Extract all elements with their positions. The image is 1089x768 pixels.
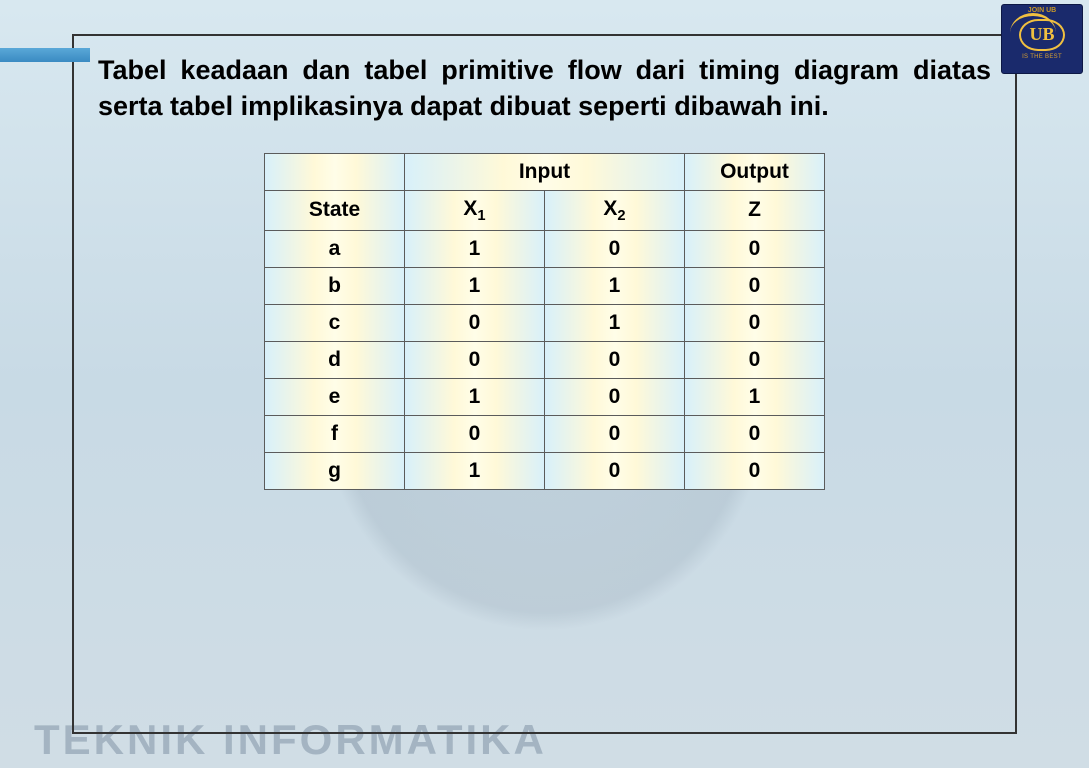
cell-z: 0 [685,231,825,268]
table-row: d 0 0 0 [265,342,825,379]
header-x2: X2 [545,190,685,230]
cell-state: c [265,305,405,342]
table-row: a 1 0 0 [265,231,825,268]
cell-z: 1 [685,379,825,416]
cell-x1: 1 [405,231,545,268]
header-z: Z [685,190,825,230]
table-row: c 0 1 0 [265,305,825,342]
cell-z: 0 [685,416,825,453]
cell-z: 0 [685,268,825,305]
header-blank [265,153,405,190]
table-row: f 0 0 0 [265,416,825,453]
cell-x1: 0 [405,342,545,379]
cell-x2: 0 [545,416,685,453]
cell-x1: 1 [405,453,545,490]
cell-state: a [265,231,405,268]
table-row: g 1 0 0 [265,453,825,490]
cell-state: e [265,379,405,416]
cell-x2: 0 [545,342,685,379]
cell-x1: 1 [405,268,545,305]
cell-state: b [265,268,405,305]
cell-z: 0 [685,305,825,342]
cell-x2: 1 [545,305,685,342]
logo-ub-text: UB [1019,19,1065,51]
header-output: Output [685,153,825,190]
university-logo: JOIN UB UB IS THE BEST [1001,4,1083,74]
table-header-row-2: State X1 X2 Z [265,190,825,230]
cell-state: g [265,453,405,490]
table-row: e 1 0 1 [265,379,825,416]
accent-bar [0,48,90,62]
header-state: State [265,190,405,230]
state-table: Input Output State X1 X2 Z a 1 0 0 b 1 1… [264,153,825,490]
content-frame: Tabel keadaan dan tabel primitive flow d… [72,34,1017,734]
cell-x1: 0 [405,416,545,453]
header-input: Input [405,153,685,190]
cell-x1: 0 [405,305,545,342]
table-row: b 1 1 0 [265,268,825,305]
logo-tagline: IS THE BEST [1022,54,1062,60]
header-x1: X1 [405,190,545,230]
cell-x2: 1 [545,268,685,305]
cell-z: 0 [685,342,825,379]
cell-z: 0 [685,453,825,490]
cell-x2: 0 [545,231,685,268]
cell-state: f [265,416,405,453]
cell-x2: 0 [545,379,685,416]
slide-heading: Tabel keadaan dan tabel primitive flow d… [98,52,991,125]
table-header-row-1: Input Output [265,153,825,190]
cell-state: d [265,342,405,379]
cell-x1: 1 [405,379,545,416]
cell-x2: 0 [545,453,685,490]
